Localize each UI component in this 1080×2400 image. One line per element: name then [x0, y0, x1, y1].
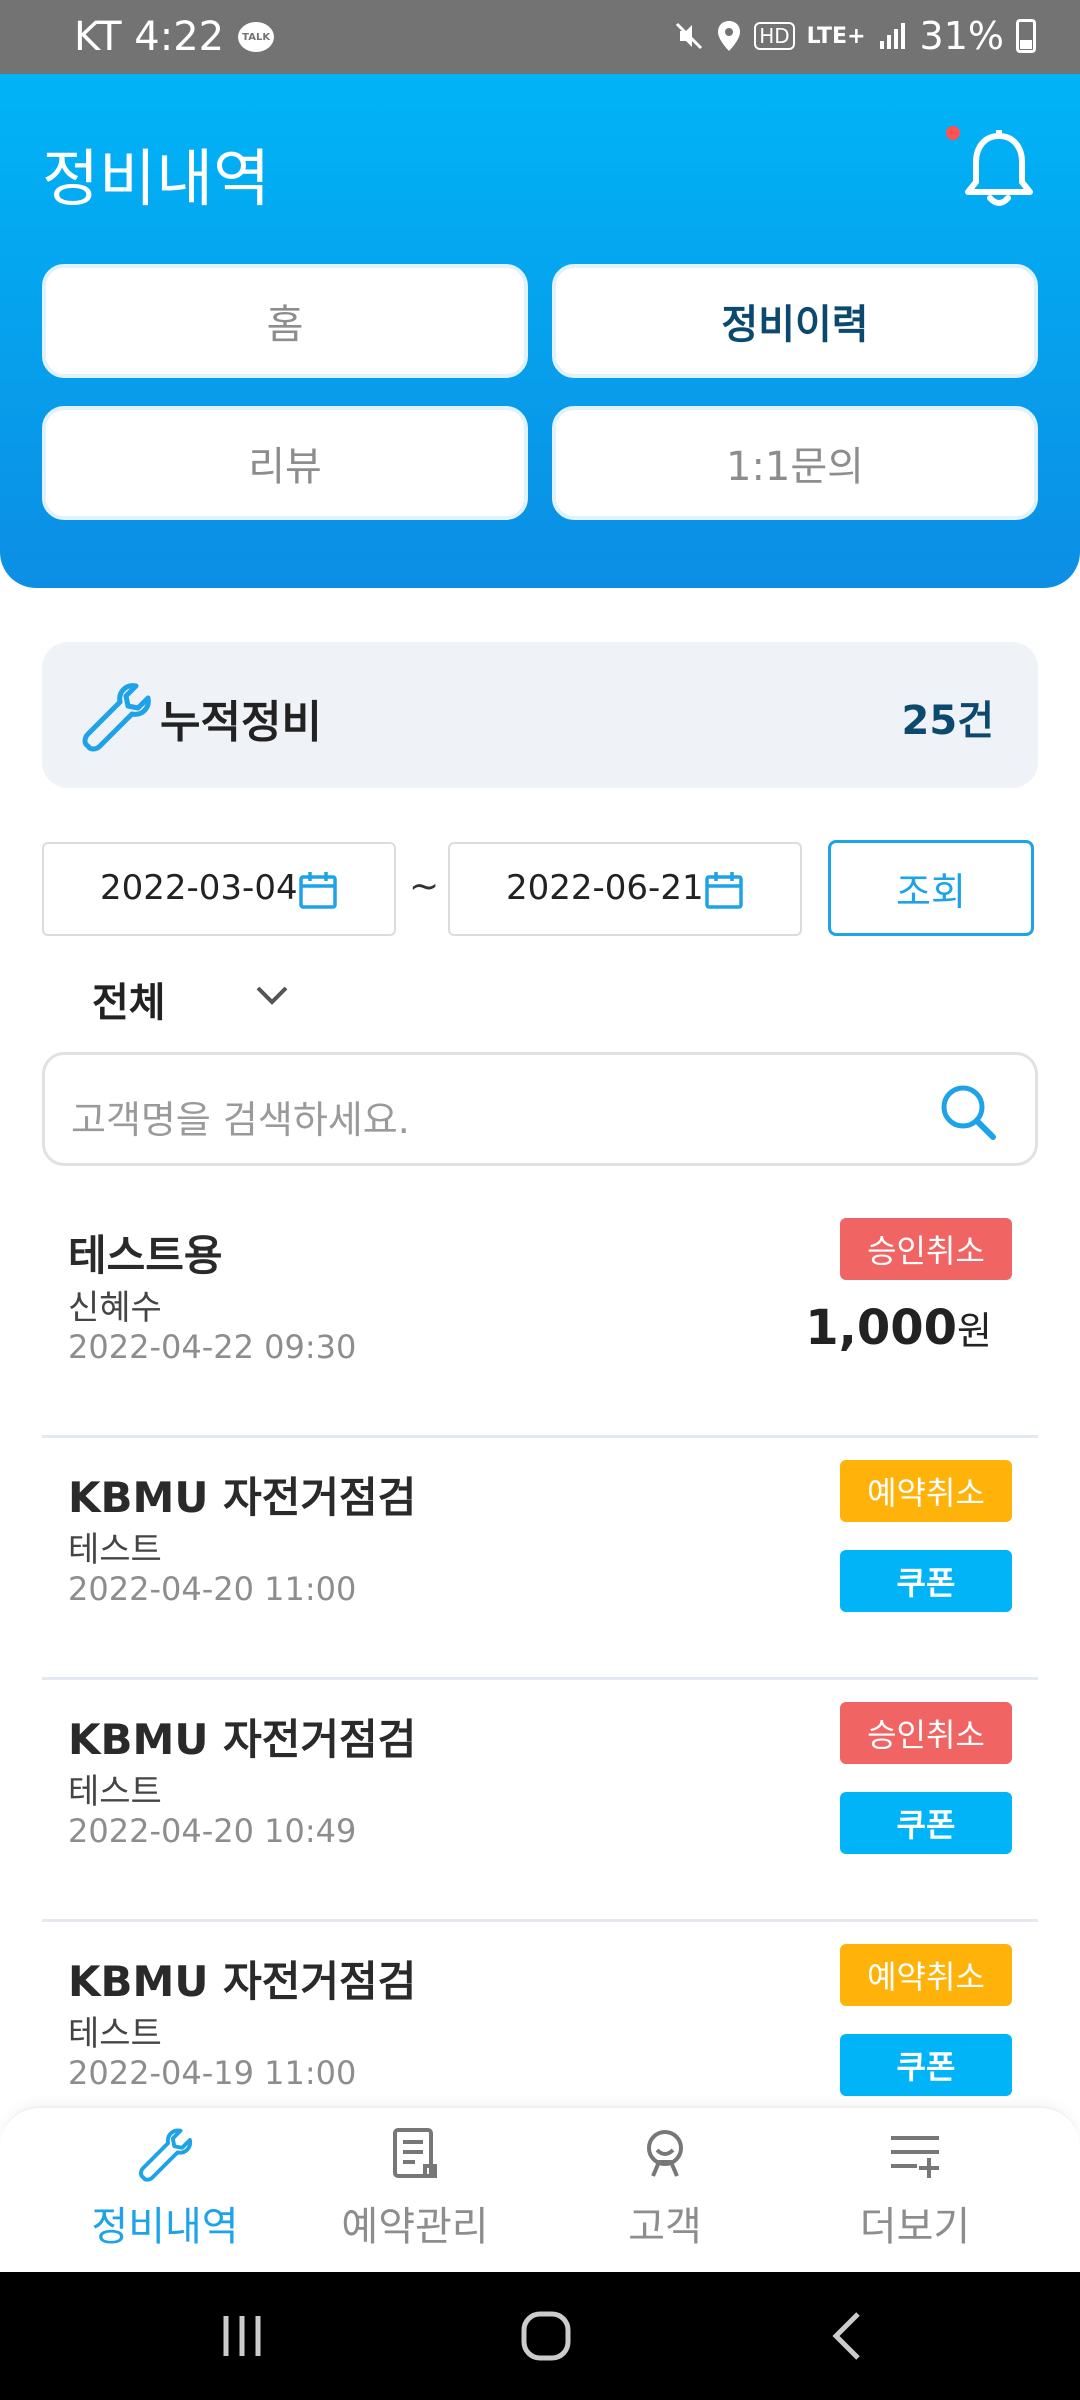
app-screen: KT 4:22 TALK HD LTE+ 31% 정비내역 홈 정비이력 리뷰 …	[0, 0, 1080, 2400]
customer-icon	[647, 2130, 683, 2177]
battery-level: 31%	[919, 14, 1004, 58]
summary-count: 25건	[901, 698, 994, 744]
home-icon[interactable]	[516, 2308, 576, 2364]
nav-more[interactable]: 더보기	[780, 2108, 1050, 2274]
tab-home-label: 홈	[266, 302, 304, 348]
nav-reservation-label: 예약관리	[341, 2204, 489, 2250]
start-date-value: 2022-03-04	[100, 868, 298, 908]
nav-reservation[interactable]: 예약관리	[280, 2108, 550, 2274]
query-button[interactable]: 조회	[828, 840, 1034, 936]
status-badge: 예약취소	[840, 1460, 1012, 1522]
list-item[interactable]: KBMU 자전거점검 테스트 2022-04-20 10:49 승인취소 쿠폰	[42, 1680, 1038, 1922]
item-date: 2022-04-20 11:00	[68, 1570, 357, 1608]
item-date: 2022-04-22 09:30	[68, 1328, 357, 1366]
status-badge: 승인취소	[840, 1218, 1012, 1280]
tab-maintenance-history-label: 정비이력	[721, 302, 869, 348]
tab-home[interactable]: 홈	[42, 264, 528, 378]
item-customer: 신혜수	[68, 1288, 162, 1328]
status-filter-select[interactable]: 전체	[92, 968, 302, 1028]
nav-more-label: 더보기	[859, 2204, 971, 2250]
system-navigation-bar	[0, 2272, 1080, 2400]
kakaotalk-icon: TALK	[238, 22, 275, 52]
more-list-icon	[891, 2136, 939, 2178]
status-left: KT 4:22 TALK	[74, 14, 275, 60]
recent-apps-icon[interactable]	[212, 2308, 272, 2364]
wrench-icon	[138, 2128, 193, 2182]
calendar-icon	[299, 872, 337, 909]
search-input[interactable]: 고객명을 검색하세요.	[71, 1089, 410, 1144]
status-bar: KT 4:22 TALK HD LTE+ 31%	[0, 0, 1080, 74]
carrier-time: KT 4:22	[74, 14, 225, 60]
status-right: HD LTE+ 31%	[674, 14, 1036, 58]
end-date-field[interactable]: 2022-06-21	[448, 842, 802, 936]
header: 정비내역 홈 정비이력 리뷰 1:1문의	[0, 74, 1080, 588]
battery-icon	[1016, 19, 1036, 53]
start-date-field[interactable]: 2022-03-04	[42, 842, 396, 936]
item-customer: 테스트	[68, 2014, 162, 2054]
customer-search[interactable]: 고객명을 검색하세요.	[42, 1052, 1038, 1166]
search-icon[interactable]	[937, 1081, 999, 1143]
nav-customer-label: 고객	[628, 2204, 702, 2250]
page-title: 정비내역	[42, 142, 271, 215]
notification-dot	[946, 126, 960, 140]
tab-review-label: 리뷰	[248, 444, 322, 490]
coupon-button[interactable]: 쿠폰	[840, 1550, 1012, 1612]
select-value: 전체	[92, 980, 166, 1026]
back-icon[interactable]	[818, 2308, 878, 2364]
tab-review[interactable]: 리뷰	[42, 406, 528, 520]
coupon-button[interactable]: 쿠폰	[840, 1792, 1012, 1854]
tab-inquiry[interactable]: 1:1문의	[552, 406, 1038, 520]
list-item[interactable]: KBMU 자전거점검 테스트 2022-04-20 11:00 예약취소 쿠폰	[42, 1438, 1038, 1680]
hd-icon: HD	[754, 22, 795, 50]
item-title: 테스트용	[68, 1231, 223, 1280]
item-price: 1,000원	[805, 1300, 992, 1356]
nav-maintenance[interactable]: 정비내역	[30, 2108, 300, 2274]
location-icon	[718, 21, 741, 51]
status-badge: 예약취소	[840, 1944, 1012, 2006]
item-title: KBMU 자전거점검	[68, 1473, 417, 1522]
nav-customer[interactable]: 고객	[530, 2108, 800, 2274]
list-item[interactable]: 테스트용 신혜수 2022-04-22 09:30 승인취소 1,000원	[42, 1196, 1038, 1438]
lte-icon: LTE+	[806, 23, 866, 49]
item-customer: 테스트	[68, 1530, 162, 1570]
price-value: 1,000	[805, 1300, 958, 1356]
chevron-down-icon	[256, 986, 288, 1005]
maintenance-summary-card: 누적정비 25건	[42, 642, 1038, 788]
calendar-icon	[705, 872, 743, 909]
item-customer: 테스트	[68, 1772, 162, 1812]
item-title: KBMU 자전거점검	[68, 1715, 417, 1764]
status-badge: 승인취소	[840, 1702, 1012, 1764]
bottom-navigation: 정비내역 예약관리 고객 더보기	[0, 2106, 1080, 2272]
tab-inquiry-label: 1:1문의	[726, 444, 864, 490]
end-date-value: 2022-06-21	[506, 868, 704, 908]
item-date: 2022-04-19 11:00	[68, 2054, 357, 2092]
signal-icon	[879, 23, 905, 49]
date-range-separator: ~	[409, 866, 440, 907]
nav-maintenance-label: 정비내역	[91, 2204, 239, 2250]
wrench-icon	[82, 683, 151, 752]
tab-maintenance-history[interactable]: 정비이력	[552, 264, 1038, 378]
bell-icon[interactable]	[962, 130, 1036, 210]
item-title: KBMU 자전거점검	[68, 1957, 417, 2006]
document-icon	[393, 2128, 437, 2178]
item-date: 2022-04-20 10:49	[68, 1812, 357, 1850]
mute-icon	[676, 22, 703, 50]
price-unit: 원	[957, 1309, 992, 1353]
coupon-button[interactable]: 쿠폰	[840, 2034, 1012, 2096]
summary-label: 누적정비	[160, 697, 322, 748]
